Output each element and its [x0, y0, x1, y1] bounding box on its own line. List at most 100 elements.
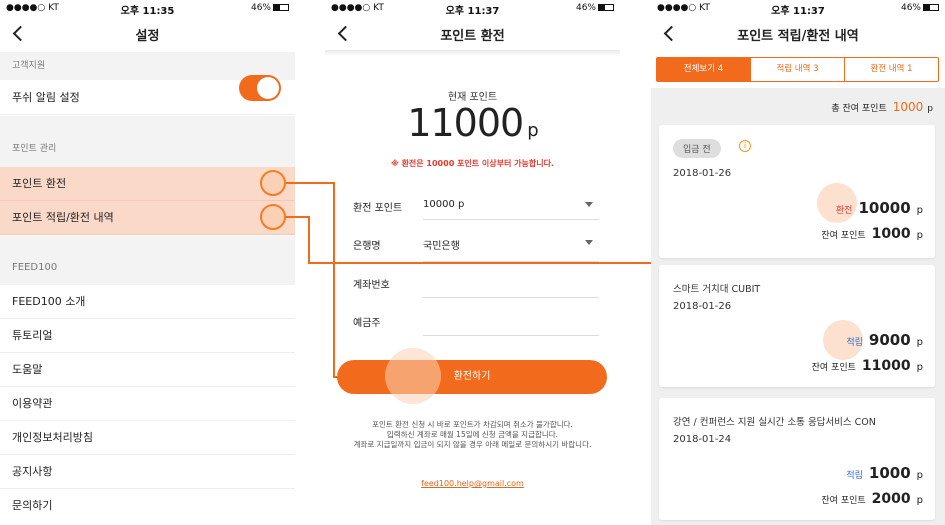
card-amount-value: 10000 [858, 199, 911, 217]
info-icon[interactable]: i [739, 140, 751, 152]
tab-all[interactable]: 전체보기 4 [657, 58, 751, 81]
notice-line: 포인트 환전 신청 시 바로 포인트가 차감되며 취소가 불가합니다. [372, 420, 573, 429]
menu-point-history-label: 포인트 적립/환전 내역 [12, 211, 114, 224]
account-label: 계좌번호 [353, 280, 390, 291]
flow-connector [286, 182, 334, 184]
nav-bar: 설정 [0, 16, 295, 50]
menu-point-history[interactable]: 포인트 적립/환전 내역 [0, 201, 295, 235]
card-amount: 환전 10000 p [836, 199, 923, 217]
section-header-points: 포인트 관리 [0, 116, 295, 167]
exchange-notice: 포인트 환전 신청 시 바로 포인트가 차감되며 취소가 불가합니다. 입력하신… [335, 420, 610, 450]
tap-marker-exchange [260, 170, 286, 196]
tab-accrual[interactable]: 적립 내역 3 [751, 58, 845, 81]
push-toggle[interactable] [239, 75, 281, 101]
point-unit: p [527, 120, 538, 141]
menu-item-about[interactable]: FEED100 소개 [0, 285, 295, 319]
push-setting-label: 푸쉬 알림 설정 [12, 91, 80, 104]
point-unit: p [927, 104, 933, 114]
card-amount: 적립 9000 p [846, 331, 923, 349]
menu-item-notice[interactable]: 공지사항 [0, 455, 295, 489]
card-balance-value: 11000 [861, 358, 911, 374]
card-title: 강연 / 컨퍼런스 지원 실시간 소통 응답서비스 CON [673, 417, 876, 428]
card-balance-value: 1000 [871, 226, 911, 242]
flow-connector [286, 216, 310, 218]
card-balance-label: 잔여 포인트 [821, 496, 866, 506]
battery-icon [923, 4, 939, 11]
current-point-number: 11000 [407, 101, 524, 145]
menu-point-exchange-label: 포인트 환전 [12, 177, 67, 190]
flow-connector [333, 376, 385, 378]
status-bar: ●●●●○ KT 오후 11:37 46% [325, 0, 620, 17]
battery-percent: 46% [575, 3, 596, 13]
card-type: 적립 [846, 338, 863, 348]
battery-percent: 46% [900, 3, 921, 13]
history-card[interactable]: 스마트 거치대 CUBIT 2018-01-26 적립 9000 p 잔여 포인트 1… [659, 265, 935, 387]
status-bar: ●●●●○ KT 오후 11:35 46% [0, 0, 295, 17]
menu-item-tutorial[interactable]: 튜토리얼 [0, 319, 295, 353]
account-input[interactable] [423, 276, 599, 298]
menu-item-terms[interactable]: 이용약관 [0, 387, 295, 421]
nav-divider [325, 50, 620, 56]
history-card[interactable]: 입금 전 i 2018-01-26 환전 10000 p 잔여 포인트 1000 p [659, 125, 935, 258]
menu-item-label: 공지사항 [12, 465, 53, 478]
page-title: 포인트 적립/환전 내역 [737, 29, 859, 44]
card-amount-value: 1000 [868, 464, 911, 482]
history-card[interactable]: 강연 / 컨퍼런스 지원 실시간 소통 응답서비스 CON 2018-01-24… [659, 398, 935, 520]
nav-bar: 포인트 환전 [325, 16, 620, 50]
amount-select[interactable]: 10000 p [423, 199, 599, 220]
point-unit: p [916, 337, 923, 348]
holder-label: 예금주 [353, 318, 381, 329]
menu-item-contact[interactable]: 문의하기 [0, 489, 295, 523]
total-balance-value: 1000 [892, 100, 924, 114]
battery-indicator: 46% [251, 3, 289, 13]
total-balance-label: 총 잔여 포인트 [831, 104, 887, 114]
current-point-value: 11000 p [325, 101, 620, 145]
card-date: 2018-01-26 [673, 301, 732, 312]
battery-indicator: 46% [576, 3, 614, 13]
menu-item-label: FEED100 소개 [12, 295, 86, 308]
point-unit: p [916, 495, 923, 506]
card-type: 적립 [846, 471, 863, 481]
point-unit: p [916, 230, 923, 241]
chevron-down-icon [585, 202, 593, 207]
menu-item-label: 튜토리얼 [12, 329, 53, 342]
card-date: 2018-01-26 [673, 168, 732, 179]
card-date: 2018-01-24 [673, 434, 732, 445]
card-balance: 잔여 포인트 1000 p [821, 226, 923, 242]
point-unit: p [916, 470, 923, 481]
settings-screen: ●●●●○ KT 오후 11:35 46% 설정 고객지원 푸쉬 알림 설정 포… [0, 0, 295, 525]
menu-item-help[interactable]: 도움말 [0, 353, 295, 387]
page-title: 포인트 환전 [440, 29, 505, 44]
menu-item-label: 개인정보처리방침 [12, 431, 93, 444]
support-email-link[interactable]: feed100.help@gmail.com [325, 479, 620, 488]
card-amount: 적립 1000 p [846, 464, 923, 482]
card-type: 환전 [835, 206, 853, 216]
chevron-down-icon [585, 240, 593, 245]
point-unit: p [916, 205, 923, 216]
tap-marker-button [385, 348, 441, 404]
status-badge: 입금 전 [673, 139, 721, 158]
exchange-button-label: 환전하기 [453, 371, 491, 382]
tap-marker-history [260, 204, 286, 230]
battery-indicator: 46% [901, 3, 939, 13]
card-balance: 잔여 포인트 2000 p [821, 491, 923, 507]
menu-item-label: 도움말 [12, 363, 43, 376]
menu-item-label: 문의하기 [12, 499, 53, 512]
minimum-warning: ※ 환전은 10000 포인트 이상부터 가능합니다. [391, 159, 554, 168]
holder-input[interactable] [423, 314, 599, 336]
flow-connector [308, 216, 310, 264]
point-history-screen: ●●●●○ KT 오후 11:37 46% 포인트 적립/환전 내역 전체보기 … [651, 0, 945, 525]
bank-select[interactable]: 국민은행 [423, 237, 599, 262]
bank-value: 국민은행 [423, 241, 460, 252]
card-balance-label: 잔여 포인트 [821, 231, 866, 241]
card-balance-label: 잔여 포인트 [811, 363, 856, 373]
tab-exchange[interactable]: 환전 내역 1 [845, 58, 938, 81]
menu-item-privacy[interactable]: 개인정보처리방침 [0, 421, 295, 455]
bank-label: 은행명 [353, 241, 381, 252]
notice-line: 입력하신 계좌로 매월 15일에 신청 금액을 지급합니다. [386, 430, 559, 439]
status-bar: ●●●●○ KT 오후 11:37 46% [651, 0, 945, 17]
segmented-control: 전체보기 4 적립 내역 3 환전 내역 1 [656, 57, 939, 82]
filter-tab-bar: 전체보기 4 적립 내역 3 환전 내역 1 [651, 50, 945, 88]
menu-item-label: 이용약관 [12, 397, 53, 410]
menu-point-exchange[interactable]: 포인트 환전 [0, 167, 295, 201]
